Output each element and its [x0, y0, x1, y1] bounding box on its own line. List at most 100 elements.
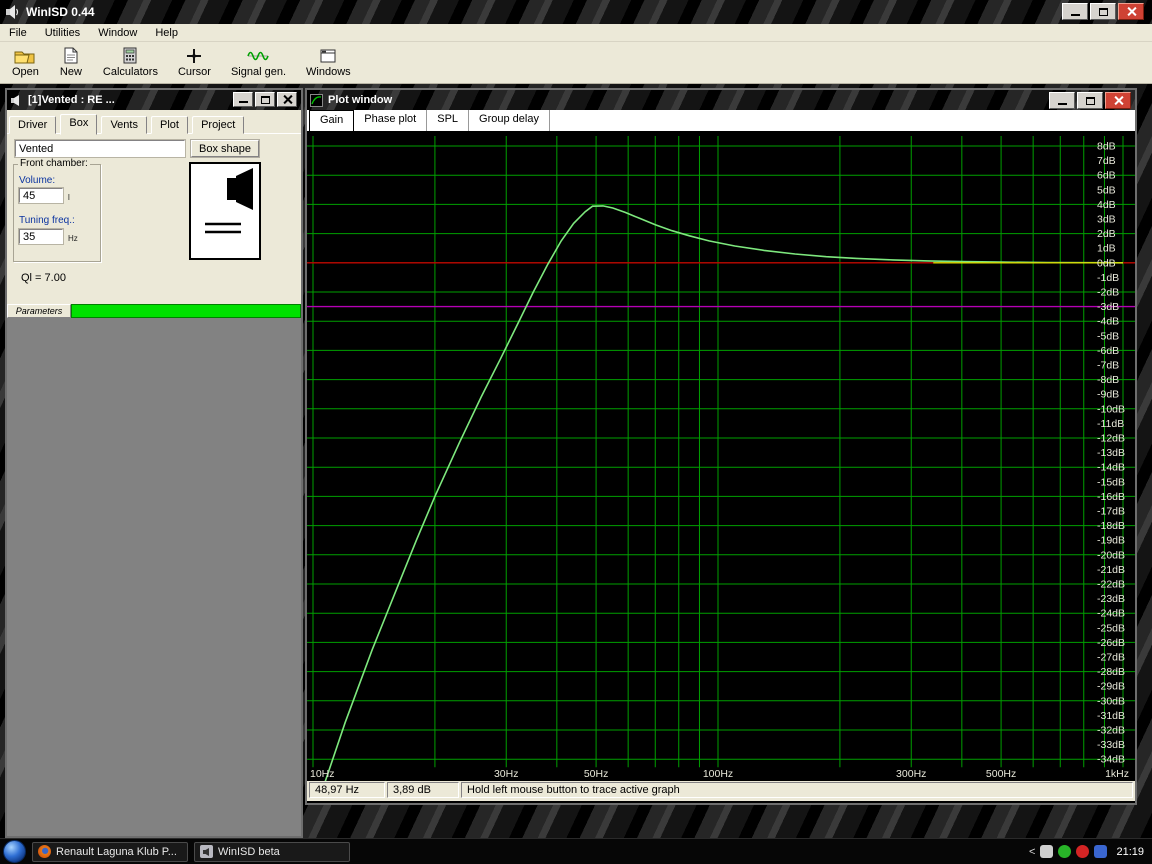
tab-phase-plot[interactable]: Phase plot — [354, 110, 427, 131]
maximize-icon — [1099, 8, 1108, 16]
maximize-button[interactable] — [1090, 3, 1116, 20]
ql-readout: Ql = 7.00 — [21, 272, 66, 284]
taskbar-item-browser-label: Renault Laguna Klub P... — [56, 846, 177, 858]
plot-minimize-button[interactable] — [1049, 92, 1075, 109]
cursor-crosshair-icon — [182, 45, 206, 66]
windows-button[interactable]: Windows — [302, 44, 355, 79]
plot-window-title: Plot window — [328, 94, 392, 106]
taskbar-item-winisd-label: WinISD beta — [218, 846, 280, 858]
svg-text:-3dB: -3dB — [1097, 301, 1119, 313]
status-hint: Hold left mouse button to trace active g… — [461, 782, 1133, 798]
new-document-icon — [59, 45, 83, 66]
toolbar: Open New Calculators Cursor Signal gen. … — [0, 42, 1152, 84]
svg-text:-30dB: -30dB — [1097, 695, 1125, 707]
close-icon — [1127, 7, 1136, 16]
taskbar-item-winisd[interactable]: WinISD beta — [194, 842, 350, 862]
minimize-button[interactable] — [1062, 3, 1088, 20]
menubar: File Utilities Window Help — [0, 24, 1152, 42]
vented-maximize-button[interactable] — [255, 92, 275, 107]
close-button[interactable] — [1118, 3, 1144, 20]
minimize-icon — [1058, 103, 1067, 105]
tab-vents[interactable]: Vents — [101, 116, 147, 134]
main-titlebar: WinISD 0.44 — [0, 0, 1152, 24]
new-label: New — [60, 66, 82, 78]
taskbar: Renault Laguna Klub P... WinISD beta < 2… — [0, 838, 1152, 864]
gain-plot[interactable]: 8dB7dB6dB5dB4dB3dB2dB1dB0dB-1dB-2dB-3dB-… — [307, 132, 1135, 781]
open-button[interactable]: Open — [8, 44, 43, 79]
svg-text:8dB: 8dB — [1097, 141, 1116, 153]
tab-project[interactable]: Project — [192, 116, 244, 134]
plot-window-titlebar[interactable]: Plot window — [307, 90, 1135, 110]
svg-text:-31dB: -31dB — [1097, 710, 1125, 722]
svg-text:-2dB: -2dB — [1097, 287, 1119, 299]
svg-text:-32dB: -32dB — [1097, 725, 1125, 737]
start-button[interactable] — [3, 840, 26, 863]
tab-gain[interactable]: Gain — [309, 110, 354, 131]
front-chamber-label: Front chamber: — [18, 158, 90, 169]
vented-window-controls — [233, 92, 297, 107]
menu-utilities[interactable]: Utilities — [36, 24, 89, 42]
svg-text:-27dB: -27dB — [1097, 652, 1125, 664]
menu-help[interactable]: Help — [146, 24, 187, 42]
svg-text:1kHz: 1kHz — [1105, 768, 1129, 780]
svg-text:5dB: 5dB — [1097, 184, 1116, 196]
cursor-frequency-readout: 48,97 Hz — [309, 782, 385, 798]
svg-text:100Hz: 100Hz — [703, 768, 733, 780]
vented-minimize-button[interactable] — [233, 92, 253, 107]
svg-text:-18dB: -18dB — [1097, 520, 1125, 532]
green-status-icon[interactable] — [1058, 845, 1071, 858]
volume-label: Volume: — [19, 175, 55, 186]
tab-plot[interactable]: Plot — [151, 116, 188, 134]
front-chamber-group: Front chamber: Volume: l Tuning freq.: H… — [13, 164, 101, 262]
plot-tabbar: Gain Phase plot SPL Group delay — [307, 110, 1135, 132]
svg-text:-8dB: -8dB — [1097, 374, 1119, 386]
signal-gen-button[interactable]: Signal gen. — [227, 44, 290, 79]
plot-window-controls — [1049, 92, 1131, 109]
winisd-app-icon — [4, 4, 20, 20]
volume-unit: l — [68, 193, 70, 202]
svg-text:-25dB: -25dB — [1097, 622, 1125, 634]
svg-text:30Hz: 30Hz — [494, 768, 519, 780]
signal-generator-sine-icon — [246, 45, 270, 66]
tab-box[interactable]: Box — [60, 114, 97, 135]
box-shape-diagram — [189, 162, 261, 260]
volume-icon[interactable] — [1040, 845, 1053, 858]
menu-window[interactable]: Window — [89, 24, 146, 42]
taskbar-item-browser[interactable]: Renault Laguna Klub P... — [32, 842, 188, 862]
blue-status-icon[interactable] — [1094, 845, 1107, 858]
svg-text:-15dB: -15dB — [1097, 476, 1125, 488]
box-shape-button[interactable]: Box shape — [191, 140, 259, 157]
taskbar-clock[interactable]: 21:19 — [1116, 846, 1144, 858]
tab-driver[interactable]: Driver — [9, 116, 56, 134]
vented-window-titlebar[interactable]: [1]Vented : RE ... — [7, 90, 301, 110]
parameters-splitter: Parameters — [7, 304, 301, 318]
parameters-button[interactable]: Parameters — [7, 304, 71, 318]
calculators-button[interactable]: Calculators — [99, 44, 162, 79]
plot-maximize-button[interactable] — [1077, 92, 1103, 109]
svg-text:-9dB: -9dB — [1097, 389, 1119, 401]
vented-tabbar: Driver Box Vents Plot Project — [7, 110, 301, 134]
red-status-icon[interactable] — [1076, 845, 1089, 858]
menu-file[interactable]: File — [0, 24, 36, 42]
tray-expand-chevron[interactable]: < — [1029, 846, 1035, 858]
tab-spl[interactable]: SPL — [427, 110, 469, 131]
mdi-client-area: [1]Vented : RE ... Driver Box Vents Plot… — [0, 84, 1152, 838]
new-button[interactable]: New — [55, 44, 87, 79]
box-name-input[interactable] — [15, 140, 185, 157]
plot-close-button[interactable] — [1105, 92, 1131, 109]
minimize-icon — [1071, 14, 1080, 16]
svg-text:0dB: 0dB — [1097, 257, 1116, 269]
main-window-controls — [1062, 3, 1144, 20]
svg-text:-16dB: -16dB — [1097, 491, 1125, 503]
close-icon — [283, 95, 292, 104]
tuning-freq-input[interactable] — [19, 229, 63, 244]
open-label: Open — [12, 66, 39, 78]
volume-input[interactable] — [19, 188, 63, 203]
cursor-button[interactable]: Cursor — [174, 44, 215, 79]
vented-close-button[interactable] — [277, 92, 297, 107]
svg-text:-12dB: -12dB — [1097, 433, 1125, 445]
tab-group-delay[interactable]: Group delay — [469, 110, 550, 131]
svg-text:-34dB: -34dB — [1097, 754, 1125, 766]
svg-text:1dB: 1dB — [1097, 243, 1116, 255]
folder-open-icon — [13, 45, 37, 66]
